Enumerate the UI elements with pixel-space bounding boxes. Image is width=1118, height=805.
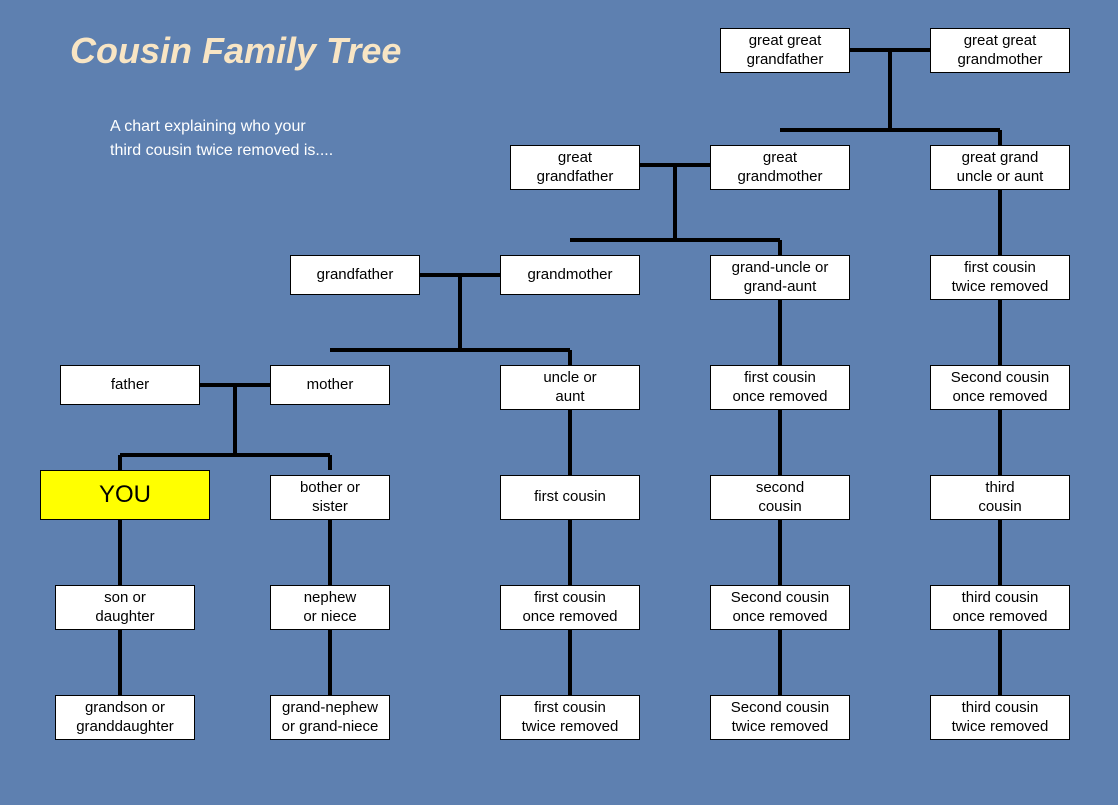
chart-title: Cousin Family Tree [70, 30, 401, 72]
node-grand-uncle-aunt: grand-uncle orgrand-aunt [710, 255, 850, 300]
node-third-cousin: thirdcousin [930, 475, 1070, 520]
node-father: father [60, 365, 200, 405]
node-grandfather: grandfather [290, 255, 420, 295]
node-fc-twice-removed: first cousintwice removed [500, 695, 640, 740]
node-gg-grandfather: great greatgrandfather [720, 28, 850, 73]
node-grand-nephew: grand-nephewor grand-niece [270, 695, 390, 740]
node-gg-grandmother: great greatgrandmother [930, 28, 1070, 73]
node-g-grandfather: greatgrandfather [510, 145, 640, 190]
node-nephew-niece: nephewor niece [270, 585, 390, 630]
node-uncle-aunt: uncle oraunt [500, 365, 640, 410]
node-you: YOU [40, 470, 210, 520]
node-tc-once-removed: third cousinonce removed [930, 585, 1070, 630]
node-second-cousin: secondcousin [710, 475, 850, 520]
node-g-grandmother: greatgrandmother [710, 145, 850, 190]
node-fc-twice-removed-top: first cousintwice removed [930, 255, 1070, 300]
node-fc-once-removed-top: first cousinonce removed [710, 365, 850, 410]
node-first-cousin: first cousin [500, 475, 640, 520]
node-grandchild: grandson orgranddaughter [55, 695, 195, 740]
node-fc-once-removed: first cousinonce removed [500, 585, 640, 630]
node-gg-uncle-aunt: great granduncle or aunt [930, 145, 1070, 190]
node-sibling: bother orsister [270, 475, 390, 520]
node-son-daughter: son ordaughter [55, 585, 195, 630]
node-grandmother: grandmother [500, 255, 640, 295]
node-tc-twice-removed: third cousintwice removed [930, 695, 1070, 740]
node-mother: mother [270, 365, 390, 405]
node-sc-once-removed-top: Second cousinonce removed [930, 365, 1070, 410]
chart-subtitle: A chart explaining who yourthird cousin … [110, 115, 333, 163]
node-sc-once-removed: Second cousinonce removed [710, 585, 850, 630]
node-sc-twice-removed: Second cousintwice removed [710, 695, 850, 740]
